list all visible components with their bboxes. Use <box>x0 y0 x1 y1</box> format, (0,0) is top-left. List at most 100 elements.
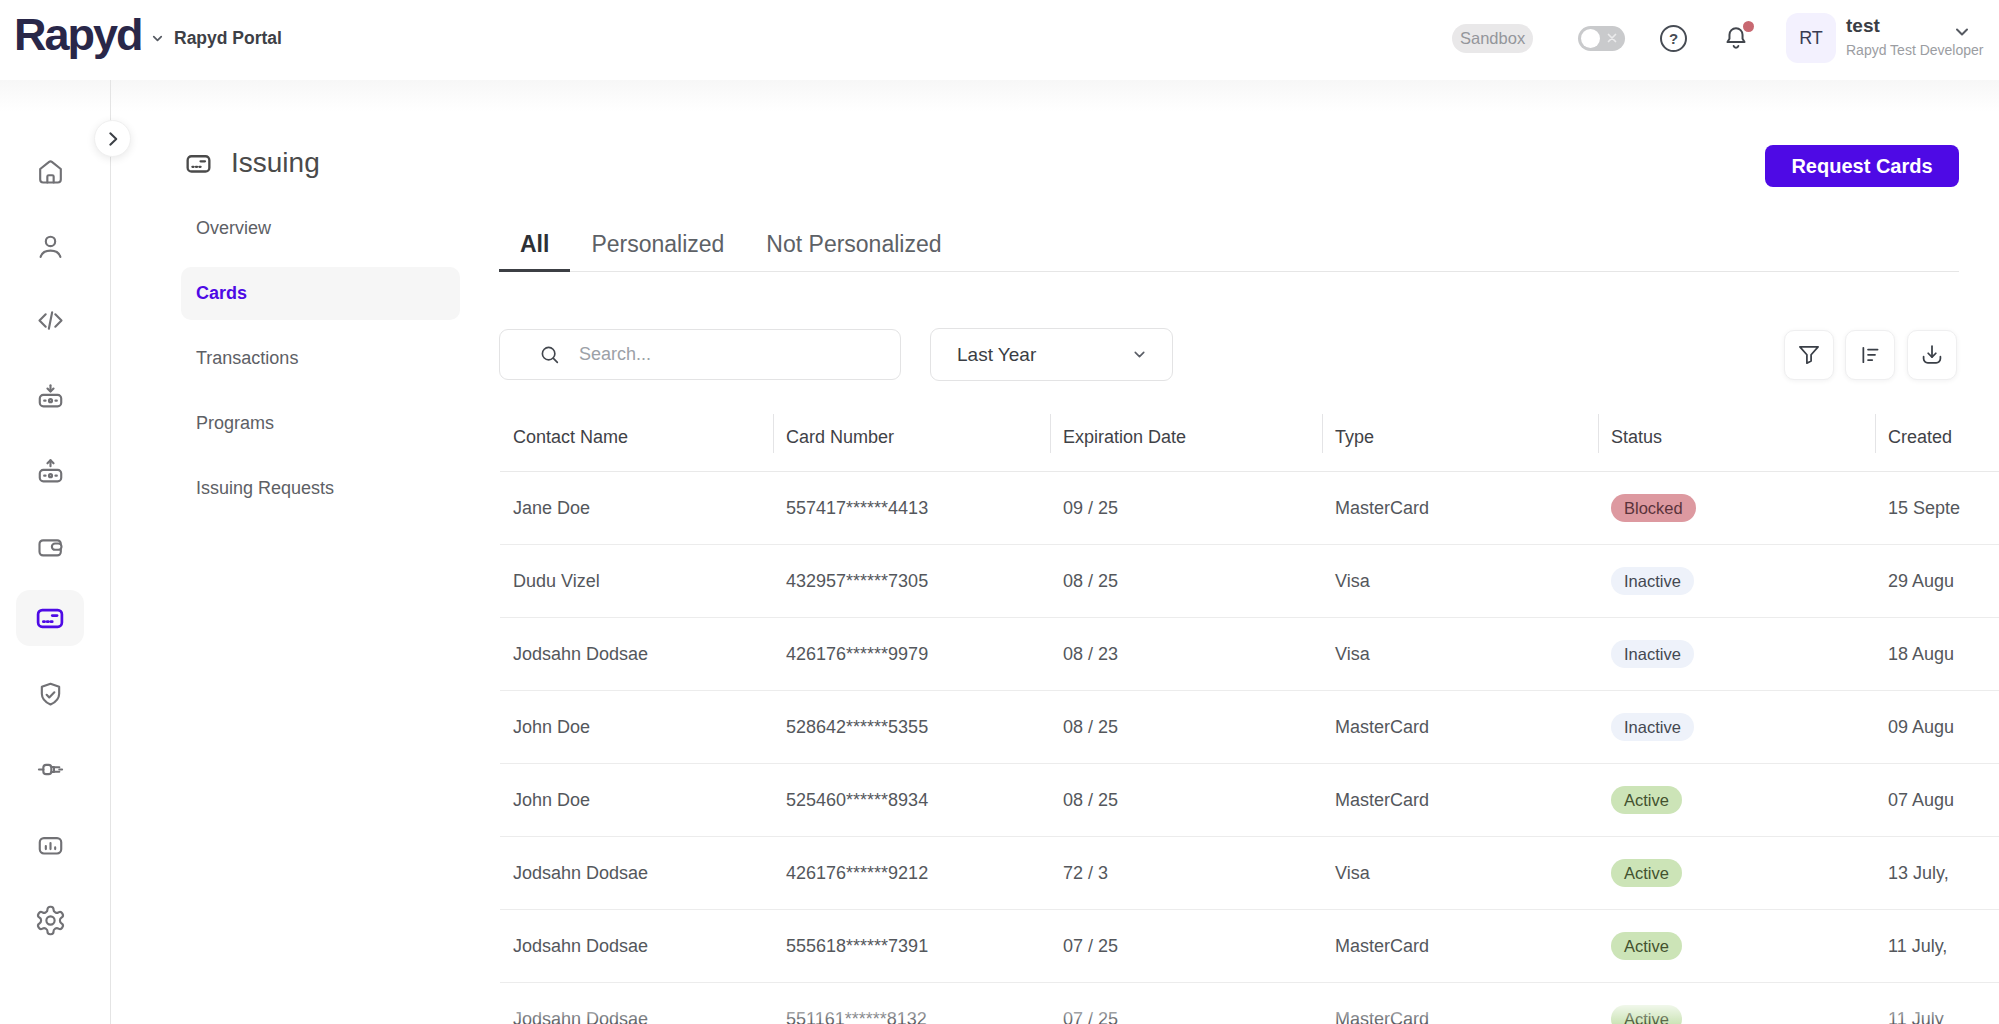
rapyd-logo: Rapyd <box>14 9 142 61</box>
nav-item-issuing-requests[interactable]: Issuing Requests <box>181 462 460 515</box>
cell-created: 13 July, <box>1875 863 1999 884</box>
nav-item-overview[interactable]: Overview <box>181 202 460 255</box>
toggle-knob <box>1581 29 1600 48</box>
sidebar-item-clients[interactable] <box>16 218 84 274</box>
cell-exp: 09 / 25 <box>1050 498 1322 519</box>
cell-type: MasterCard <box>1322 936 1598 957</box>
table-row[interactable]: Jane Doe557417******441309 / 25MasterCar… <box>500 472 1999 545</box>
sidebar-expand-button[interactable] <box>94 120 131 157</box>
cell-type: MasterCard <box>1322 498 1598 519</box>
column-header-created: Created <box>1875 410 1999 472</box>
sidebar-item-issuing[interactable] <box>16 590 84 646</box>
table-row[interactable]: Jodsahn Dodsae426176******921272 / 3Visa… <box>500 837 1999 910</box>
tab-not-personalized[interactable]: Not Personalized <box>745 218 962 271</box>
cell-status: Inactive <box>1598 567 1875 595</box>
cell-status: Inactive <box>1598 640 1875 668</box>
nav-item-transactions[interactable]: Transactions <box>181 332 460 385</box>
sandbox-toggle[interactable] <box>1578 26 1625 51</box>
sidebar-item-integrations[interactable] <box>16 741 84 797</box>
cell-status: Blocked <box>1598 494 1875 522</box>
table-row[interactable]: John Doe528642******535508 / 25MasterCar… <box>500 691 1999 764</box>
tab-personalized[interactable]: Personalized <box>570 218 745 271</box>
notifications-button[interactable] <box>1722 24 1752 54</box>
cell-card: 557417******4413 <box>773 498 1050 519</box>
table-row[interactable]: Jodsahn Dodsae551161******813207 / 25Mas… <box>500 983 1999 1024</box>
cell-contact: Dudu Vizel <box>500 571 773 592</box>
sidebar-item-wallets[interactable] <box>16 518 84 574</box>
table-row[interactable]: Jodsahn Dodsae426176******997908 / 23Vis… <box>500 618 1999 691</box>
user-menu-chevron-icon[interactable] <box>1952 22 1972 42</box>
download-icon <box>1918 341 1946 369</box>
payout-icon <box>34 455 67 488</box>
issuing-card-icon <box>180 148 217 179</box>
app-header: Rapyd Rapyd Portal Sandbox ? RT test Rap… <box>0 0 1999 80</box>
cell-type: Visa <box>1322 571 1598 592</box>
status-badge: Inactive <box>1611 640 1694 668</box>
sidebar-item-developers[interactable] <box>16 292 84 348</box>
status-badge: Active <box>1611 786 1682 814</box>
request-cards-button[interactable]: Request Cards <box>1765 145 1959 187</box>
cell-created: 18 Augu <box>1875 644 1999 665</box>
tab-all[interactable]: All <box>499 218 570 271</box>
sidebar-item-disburse[interactable] <box>16 443 84 499</box>
cell-exp: 08 / 25 <box>1050 790 1322 811</box>
cell-contact: Jodsahn Dodsae <box>500 1009 773 1024</box>
cell-created: 09 Augu <box>1875 717 1999 738</box>
cell-contact: Jane Doe <box>500 498 773 519</box>
column-header-contact-name: Contact Name <box>500 410 773 472</box>
avatar[interactable]: RT <box>1786 13 1836 63</box>
status-badge: Blocked <box>1611 494 1696 522</box>
card-icon <box>33 601 67 635</box>
sidebar-item-settings[interactable] <box>16 892 84 948</box>
cell-card: 426176******9212 <box>773 863 1050 884</box>
status-badge: Active <box>1611 1005 1682 1024</box>
chevron-down-icon <box>150 31 165 46</box>
table-row[interactable]: Jodsahn Dodsae555618******739107 / 25Mas… <box>500 910 1999 983</box>
cell-contact: Jodsahn Dodsae <box>500 863 773 884</box>
help-button[interactable]: ? <box>1660 25 1687 52</box>
cell-exp: 72 / 3 <box>1050 863 1322 884</box>
user-name: test <box>1846 15 1880 37</box>
cell-card: 426176******9979 <box>773 644 1050 665</box>
cell-status: Active <box>1598 859 1875 887</box>
search-input[interactable] <box>579 344 879 365</box>
filter-button[interactable] <box>1784 330 1834 380</box>
cell-created: 29 Augu <box>1875 571 1999 592</box>
cell-exp: 08 / 25 <box>1050 717 1322 738</box>
status-badge: Inactive <box>1611 567 1694 595</box>
page-title-text: Issuing <box>231 147 320 179</box>
toggle-x-icon <box>1606 32 1618 44</box>
nav-item-programs[interactable]: Programs <box>181 397 460 450</box>
sidebar-item-home[interactable] <box>16 143 84 199</box>
search-icon <box>539 344 561 366</box>
search-box <box>499 329 901 380</box>
table-row[interactable]: Dudu Vizel432957******730508 / 25VisaIna… <box>500 545 1999 618</box>
status-badge: Inactive <box>1611 713 1694 741</box>
cell-status: Active <box>1598 1005 1875 1024</box>
plug-icon <box>34 753 67 786</box>
home-icon <box>34 155 67 188</box>
cell-contact: Jodsahn Dodsae <box>500 936 773 957</box>
sidebar-item-collect[interactable] <box>16 368 84 424</box>
table-row[interactable]: John Doe525460******893408 / 25MasterCar… <box>500 764 1999 837</box>
sort-icon <box>1856 341 1884 369</box>
cell-contact: John Doe <box>500 790 773 811</box>
cell-card: 432957******7305 <box>773 571 1050 592</box>
download-button[interactable] <box>1907 330 1957 380</box>
portal-switcher[interactable]: Rapyd Portal <box>150 0 282 76</box>
sidebar-item-compliance[interactable] <box>16 666 84 722</box>
period-filter-select[interactable]: Last Year <box>930 328 1173 381</box>
chevron-right-icon <box>100 126 126 152</box>
sort-button[interactable] <box>1845 330 1895 380</box>
status-badge: Active <box>1611 859 1682 887</box>
payin-icon <box>34 380 67 413</box>
sidebar-item-reports[interactable] <box>16 817 84 873</box>
cell-created: 15 Septe <box>1875 498 1999 519</box>
cell-type: Visa <box>1322 644 1598 665</box>
funnel-icon <box>1795 341 1823 369</box>
nav-item-cards[interactable]: Cards <box>181 267 460 320</box>
wallet-icon <box>34 530 67 563</box>
cell-created: 11 July, <box>1875 936 1999 957</box>
gear-icon <box>34 904 67 937</box>
chevron-down-icon <box>1131 346 1148 363</box>
